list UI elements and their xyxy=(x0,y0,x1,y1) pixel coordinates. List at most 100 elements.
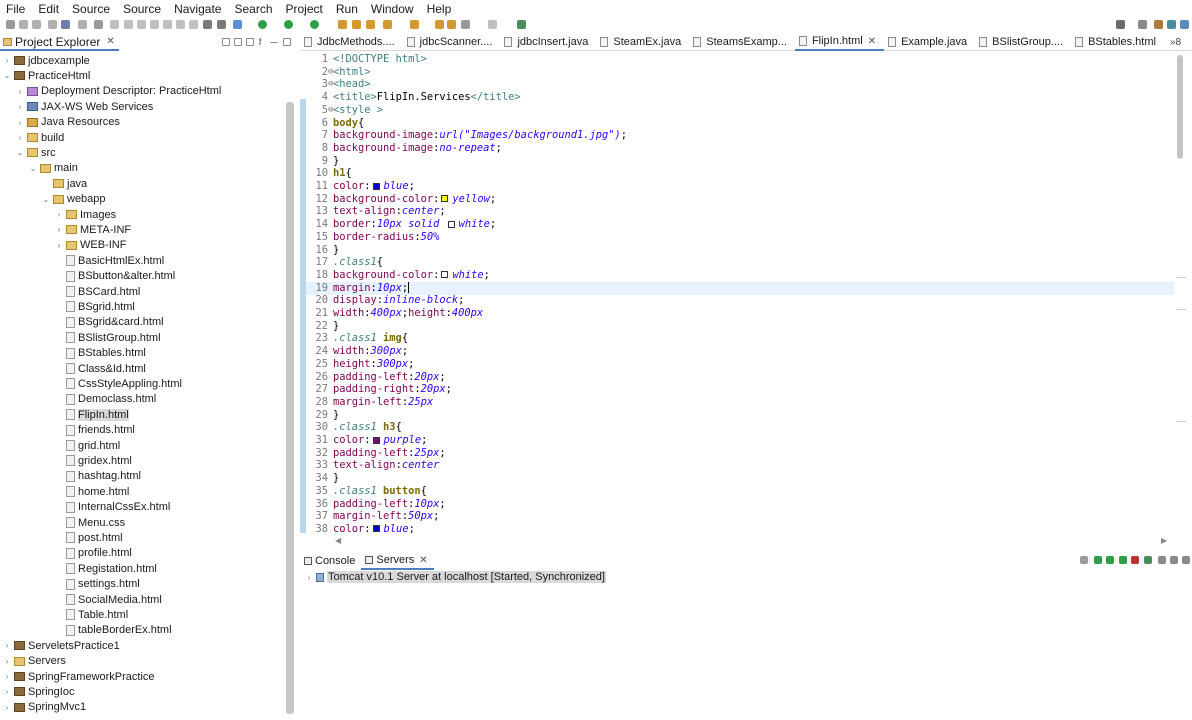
tree-item[interactable]: FlipIn.html xyxy=(0,407,129,422)
collapsed-arrow-icon[interactable]: › xyxy=(2,641,12,650)
tree-item[interactable]: › SpringIoc xyxy=(0,684,75,699)
resume-icon[interactable] xyxy=(110,20,119,29)
tree-item[interactable]: CssStyleAppling.html xyxy=(0,376,182,391)
code-line[interactable]: 2 ⊖ <html> xyxy=(306,66,1174,79)
code-line[interactable]: 26 padding-left:20px; xyxy=(306,371,1174,384)
editor-tab[interactable]: BSlistGroup.... xyxy=(975,34,1071,51)
tree-item[interactable]: BSCard.html xyxy=(0,284,140,299)
tab-overflow-button[interactable]: »8 xyxy=(1170,37,1181,48)
save-all-icon[interactable] xyxy=(32,20,41,29)
menu-help[interactable]: Help xyxy=(427,2,452,16)
tree-item[interactable]: ⌄ webapp xyxy=(0,192,106,207)
stop-icon[interactable] xyxy=(137,20,146,29)
print-icon[interactable] xyxy=(48,20,57,29)
code-line[interactable]: 27 padding-right:20px; xyxy=(306,383,1174,396)
code-line[interactable]: 19 margin:10px; xyxy=(306,281,1174,295)
code-line[interactable]: 34} xyxy=(306,472,1174,485)
minimize-icon[interactable] xyxy=(1170,556,1178,564)
code-line[interactable]: 15 border-radius:50% xyxy=(306,231,1174,244)
editor-tab[interactable]: jdbcInsert.java xyxy=(500,34,596,51)
step-over-icon[interactable] xyxy=(163,20,172,29)
code-line[interactable]: 4 <title>FlipIn.Services</title> xyxy=(306,91,1174,104)
debug-server-icon[interactable] xyxy=(1094,556,1102,564)
tab-console[interactable]: Console xyxy=(300,552,361,570)
code-line[interactable]: 24 width:300px; xyxy=(306,345,1174,358)
collapsed-arrow-icon[interactable]: › xyxy=(2,672,12,681)
tree-item[interactable]: BSbutton&alter.html xyxy=(0,269,175,284)
next-annotation-icon[interactable] xyxy=(410,20,419,29)
menu-window[interactable]: Window xyxy=(371,2,414,16)
menu-source[interactable]: Source xyxy=(72,2,110,16)
code-line[interactable]: 12 background-color: yellow; xyxy=(306,193,1174,206)
view-menu-icon[interactable] xyxy=(1158,556,1166,564)
collapsed-arrow-icon[interactable]: › xyxy=(54,241,64,250)
tree-item[interactable]: java xyxy=(0,176,87,191)
profile-server-icon[interactable] xyxy=(1119,556,1127,564)
editor-tab[interactable]: jdbcScanner.... xyxy=(403,34,501,51)
tree-item[interactable]: › Servers xyxy=(0,654,66,669)
code-line[interactable]: 16} xyxy=(306,244,1174,257)
expanded-arrow-icon[interactable]: ⌄ xyxy=(41,195,51,204)
editor-vertical-scrollbar[interactable] xyxy=(1176,53,1186,533)
tree-item[interactable]: BStables.html xyxy=(0,346,146,361)
code-line[interactable]: 5 ⊖ <style > xyxy=(306,104,1174,117)
tree-item[interactable]: › JAX-WS Web Services xyxy=(0,99,154,114)
tree-item[interactable]: ⌄ src xyxy=(0,145,56,160)
maximize-icon[interactable] xyxy=(283,38,291,46)
code-line[interactable]: 29} xyxy=(306,409,1174,422)
tree-item[interactable]: tableBorderEx.html xyxy=(0,623,172,638)
code-line[interactable]: 20 display:inline-block; xyxy=(306,294,1174,307)
collapsed-arrow-icon[interactable]: › xyxy=(2,687,12,696)
tree-item[interactable]: post.html xyxy=(0,530,123,545)
search-tool-icon[interactable] xyxy=(366,20,375,29)
collapsed-arrow-icon[interactable]: › xyxy=(2,56,12,65)
explorer-scrollbar[interactable] xyxy=(286,102,294,714)
tree-item[interactable]: ⌄ main xyxy=(0,161,78,176)
expanded-arrow-icon[interactable]: ⌄ xyxy=(15,148,25,157)
code-line[interactable]: 31 color: purple; xyxy=(306,434,1174,447)
nav-back-icon[interactable] xyxy=(488,20,497,29)
terminal-icon[interactable] xyxy=(61,20,70,29)
editor-tab[interactable]: SteamEx.java xyxy=(596,34,689,51)
menu-file[interactable]: File xyxy=(6,2,25,16)
editor-tab[interactable]: Example.java xyxy=(884,34,975,51)
tree-item[interactable]: home.html xyxy=(0,484,129,499)
tree-item[interactable]: Democlass.html xyxy=(0,392,156,407)
expanded-arrow-icon[interactable]: ⌄ xyxy=(2,71,12,80)
tree-item[interactable]: › WEB-INF xyxy=(0,238,127,253)
close-tab-icon[interactable]: ✕ xyxy=(868,36,876,47)
code-line[interactable]: 21 width:400px;height:400px xyxy=(306,307,1174,320)
code-line[interactable]: 3 ⊖ <head> xyxy=(306,78,1174,91)
new-icon[interactable] xyxy=(6,20,15,29)
code-line[interactable]: 36 padding-left:10px; xyxy=(306,498,1174,511)
tree-item[interactable]: profile.html xyxy=(0,546,132,561)
back-icon[interactable] xyxy=(435,20,444,29)
code-line[interactable]: 32 padding-left:25px; xyxy=(306,447,1174,460)
code-line[interactable]: 17 .class1{ xyxy=(306,256,1174,269)
collapsed-arrow-icon[interactable]: › xyxy=(15,102,25,111)
tree-item[interactable]: › Images xyxy=(0,207,116,222)
publish-icon[interactable] xyxy=(1144,556,1152,564)
debug-icon[interactable] xyxy=(94,20,103,29)
tree-item[interactable]: › ServeletsPractice1 xyxy=(0,638,120,653)
collapsed-arrow-icon[interactable]: › xyxy=(2,657,12,666)
tree-item[interactable]: friends.html xyxy=(0,423,135,438)
code-editor[interactable]: 1 <!DOCTYPE html> 2 ⊖ <html> 3 ⊖ <head> 4 <title>… xyxy=(300,53,1176,533)
tree-item[interactable]: › jdbcexample xyxy=(0,53,90,68)
step-into-icon[interactable] xyxy=(150,20,159,29)
tree-item[interactable]: grid.html xyxy=(0,438,120,453)
code-line[interactable]: 10 h1{ xyxy=(306,167,1174,180)
tab-project-explorer[interactable]: Project Explorer ✕ xyxy=(0,34,119,51)
tree-item[interactable]: › SpringFrameworkPractice xyxy=(0,669,155,684)
code-line[interactable]: 7 background-image:url("Images/background… xyxy=(306,129,1174,142)
minimize-icon[interactable] xyxy=(270,42,278,44)
expanded-arrow-icon[interactable]: ⌄ xyxy=(28,164,38,173)
editor-scroll-thumb[interactable] xyxy=(1177,55,1183,159)
link-editor-icon[interactable] xyxy=(234,38,242,46)
tree-item[interactable]: › SpringMvc1 xyxy=(0,700,86,715)
tree-item[interactable]: gridex.html xyxy=(0,453,132,468)
code-line[interactable]: 38 color: blue; xyxy=(306,523,1174,533)
view-menu-icon[interactable] xyxy=(259,38,262,46)
code-line[interactable]: 18 background-color: white; xyxy=(306,269,1174,282)
toggle-icon[interactable] xyxy=(203,20,212,29)
